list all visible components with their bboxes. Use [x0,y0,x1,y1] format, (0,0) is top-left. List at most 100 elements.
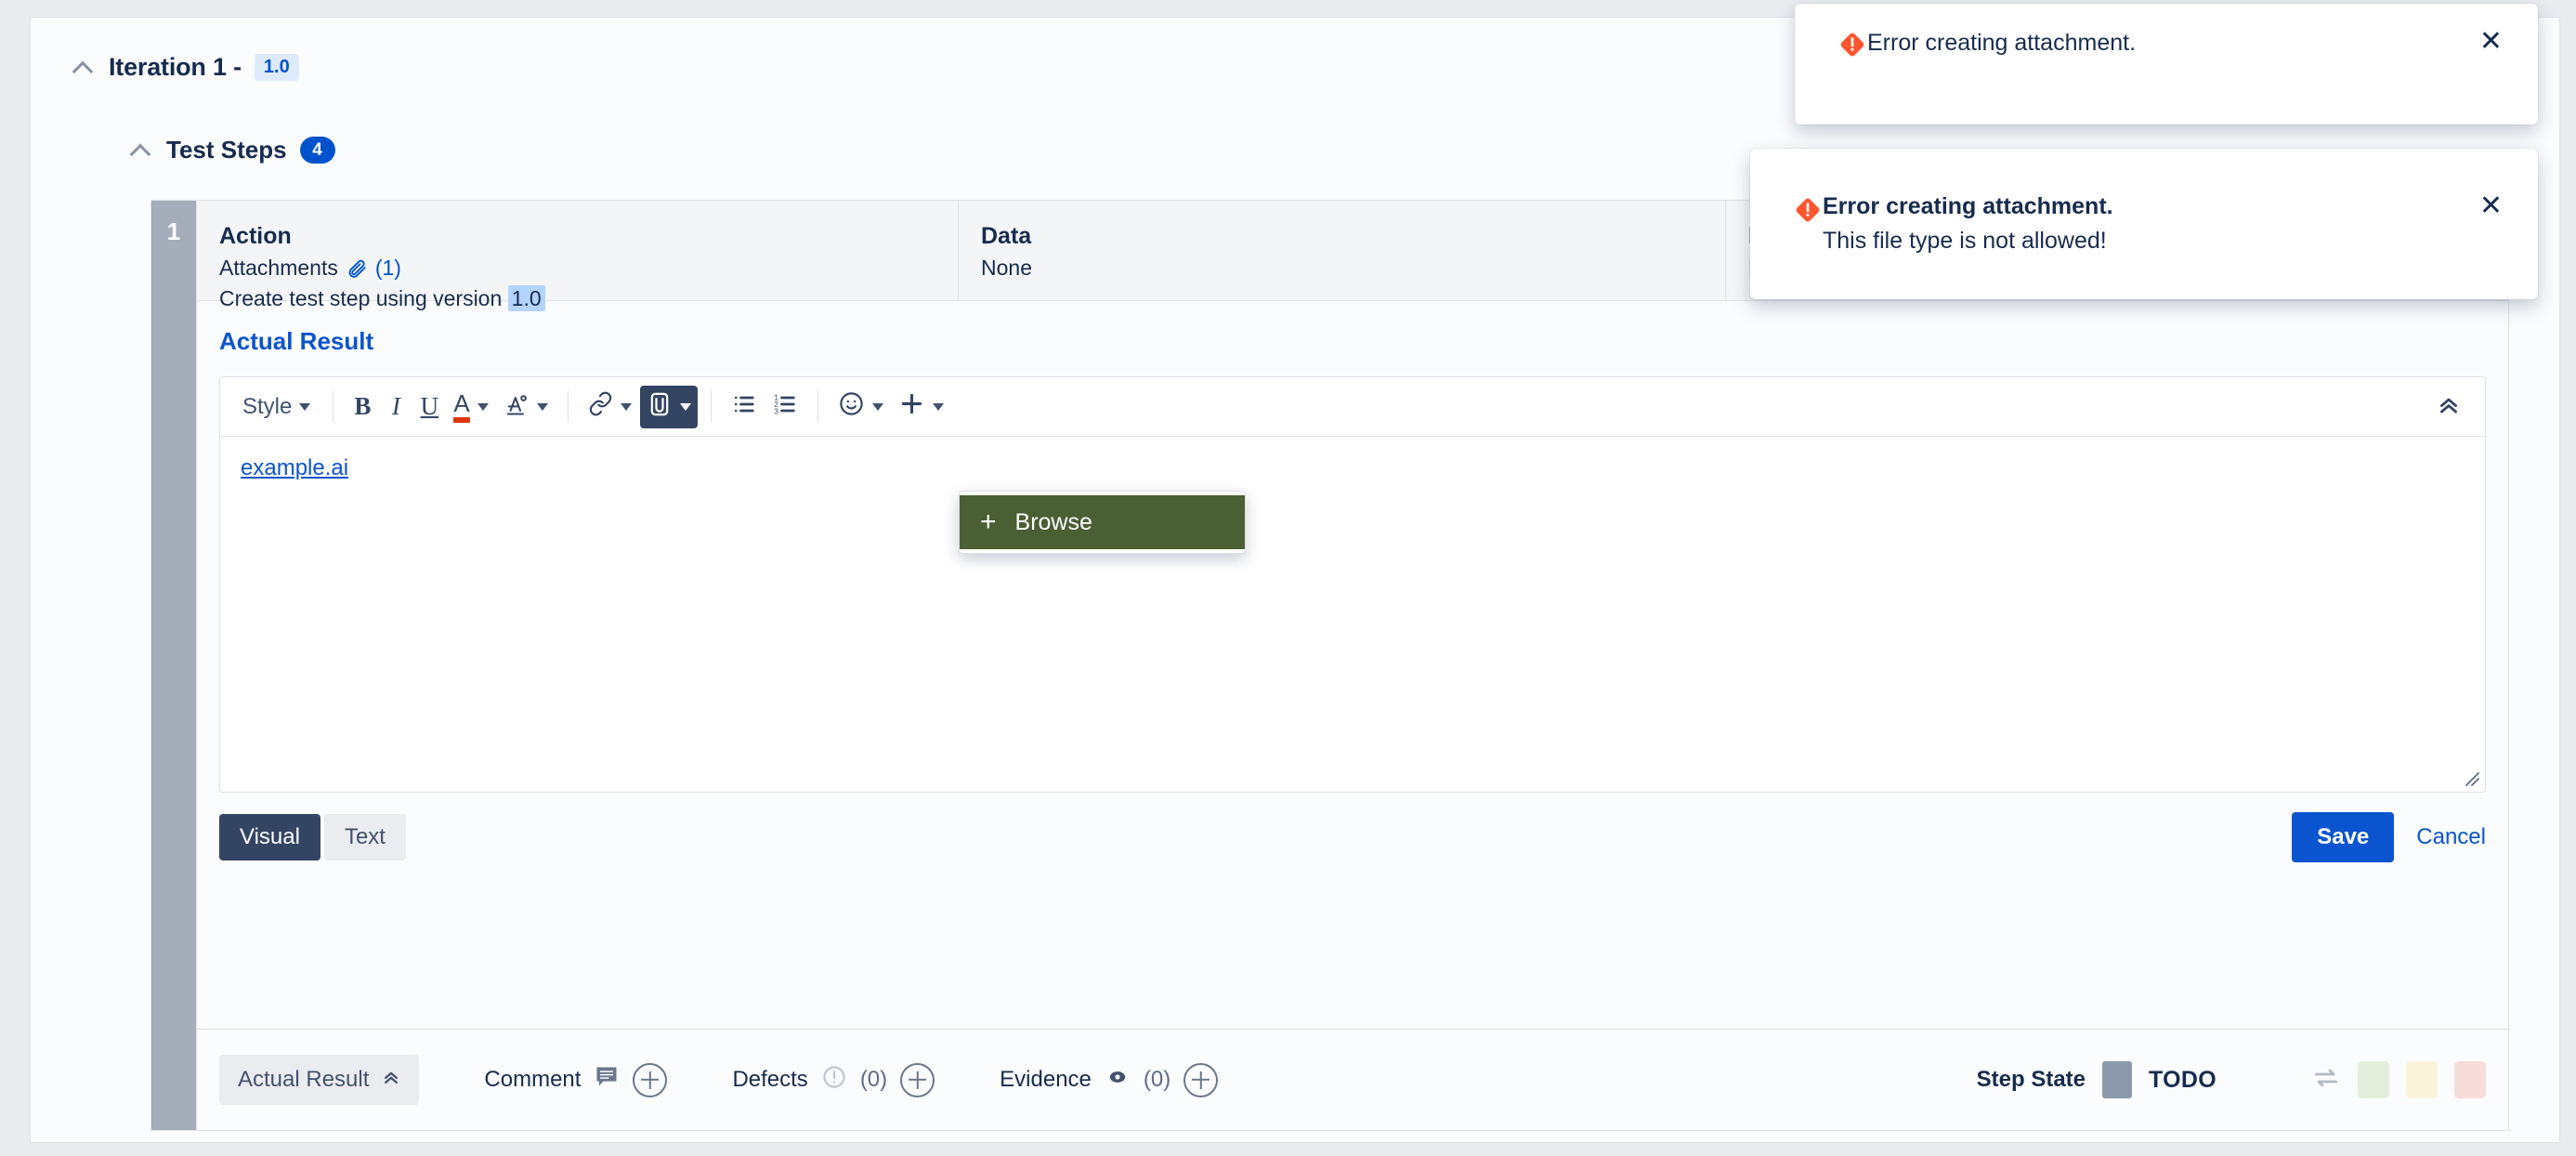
text-color-icon: A [453,391,471,423]
chevron-up-icon[interactable] [129,138,153,163]
chevron-down-icon [299,402,311,411]
link-icon [588,391,613,422]
text-color-button[interactable]: A [447,386,494,428]
browse-menu-label: Browse [1014,508,1092,535]
save-button[interactable]: Save [2292,812,2395,862]
data-value: None [981,256,1032,280]
comment-icon[interactable] [594,1064,620,1097]
add-comment-button[interactable] [633,1062,668,1097]
error-icon [1793,195,1823,230]
editor-mode-toggle: Visual Text [219,814,406,860]
toast-description: This file type is not allowed! [1823,228,2107,254]
attachment-button[interactable] [639,385,698,428]
swap-arrows-icon[interactable] [2311,1063,2341,1097]
action-title: Action [219,223,292,249]
style-dropdown[interactable]: Style [233,386,320,428]
bold-icon: B [354,392,372,420]
emoji-icon [838,390,865,423]
actual-result-heading: Actual Result [219,327,374,355]
iteration-version-chip: 1.0 [254,54,299,81]
editor-collapse-button[interactable] [2437,392,2461,421]
step-body: Action Attachments (1) Create test step … [196,201,2508,1130]
plus-icon [898,390,925,423]
pass-swatch[interactable] [2358,1061,2389,1098]
attachments-count: (1) [374,256,401,280]
close-icon[interactable]: ✕ [2470,28,2538,56]
double-chevron-up-icon [382,1067,400,1093]
browse-menu-item[interactable]: + Browse [960,495,1245,549]
attachment-dropdown-menu: + Browse [959,491,1246,554]
close-icon[interactable]: ✕ [2470,192,2538,220]
add-defect-button[interactable] [900,1062,935,1097]
toolbar-divider [567,390,569,423]
emoji-button[interactable] [831,386,890,428]
step-state-swatch [2102,1061,2133,1098]
toast-title: Error creating attachment. [1823,193,2113,219]
test-steps-title: Test Steps [166,136,287,164]
step-state-value: TODO [2149,1066,2216,1093]
double-chevron-up-icon [2437,398,2461,420]
bold-button[interactable]: B [347,386,378,428]
text-mode-button[interactable]: Text [323,814,406,860]
iteration-title: Iteration 1 - [109,53,242,81]
insert-button[interactable] [892,386,950,428]
visual-mode-button[interactable]: Visual [219,814,320,860]
defects-label: Defects [732,1067,808,1092]
evidence-group: Evidence (0) [1000,1062,1219,1097]
italic-button[interactable]: I [380,386,412,428]
todo-swatch[interactable] [2406,1061,2438,1098]
editor-content-area[interactable]: example.ai + Browse [220,437,2485,792]
step-data-cell: Data None [959,201,1726,300]
chevron-down-icon[interactable] [871,402,883,411]
bullet-list-icon [731,391,757,423]
numbered-list-button[interactable]: 123 [765,386,804,428]
rich-text-editor: Style B I U A 1 2 3 example.ai + Browse [219,376,2486,793]
link-button[interactable] [582,386,638,428]
paperclip-icon[interactable] [347,258,367,279]
editor-resize-handle[interactable] [2463,769,2481,788]
defects-count: (0) [859,1067,888,1092]
highlight-color-button[interactable] [497,386,555,428]
toolbar-divider [817,390,818,423]
test-steps-header[interactable]: Test Steps 4 [129,136,335,164]
underline-icon: U [420,392,439,420]
actual-result-editor-region: Actual Result Style B I U A 1 2 3 exampl… [197,301,2508,1029]
error-toast: Error creating attachment. ✕ [1795,4,2538,125]
underline-button[interactable]: U [413,386,445,428]
chevron-down-icon[interactable] [620,402,632,411]
evidence-label: Evidence [1000,1067,1092,1092]
chevron-down-icon[interactable] [477,402,489,411]
step-state-group: Step State TODO [1977,1061,2486,1098]
chevron-up-icon[interactable] [72,56,96,80]
defects-group: Defects (0) [732,1062,935,1097]
highlight-color-icon [503,391,530,423]
data-title: Data [981,223,1032,249]
fail-swatch[interactable] [2454,1061,2486,1098]
add-evidence-button[interactable] [1183,1062,1219,1097]
paperclip-icon [647,391,673,423]
iteration-header[interactable]: Iteration 1 - 1.0 [72,53,299,82]
toolbar-divider [710,390,712,423]
bullet-list-button[interactable] [725,386,764,428]
attachment-file-link[interactable]: example.ai [241,455,348,480]
editor-footer: Visual Text Save Cancel [219,793,2486,882]
warning-circle-icon [821,1064,847,1097]
comment-label: Comment [484,1067,582,1092]
test-steps-count-badge: 4 [299,137,335,164]
step-state-label: Step State [1976,1067,2086,1092]
actual-result-chip-label: Actual Result [238,1067,370,1092]
actual-result-chip[interactable]: Actual Result [219,1055,420,1105]
chevron-down-icon[interactable] [679,402,691,411]
toast-title: Error creating attachment. [1867,30,2137,56]
plus-icon: + [980,506,997,537]
chevron-down-icon[interactable] [932,402,944,411]
svg-text:3: 3 [774,407,778,415]
test-step-row: 1 Action Attachments (1) Create test ste… [150,200,2509,1131]
action-attachments[interactable]: Attachments (1) [219,256,935,281]
attachments-label: Attachments [219,256,338,280]
cancel-button[interactable]: Cancel [2416,824,2486,850]
chevron-down-icon[interactable] [536,402,548,411]
editor-actions: Save Cancel [2292,812,2486,862]
toast-body: Error creating attachment. This file typ… [1823,149,2470,255]
italic-icon: I [391,392,400,420]
